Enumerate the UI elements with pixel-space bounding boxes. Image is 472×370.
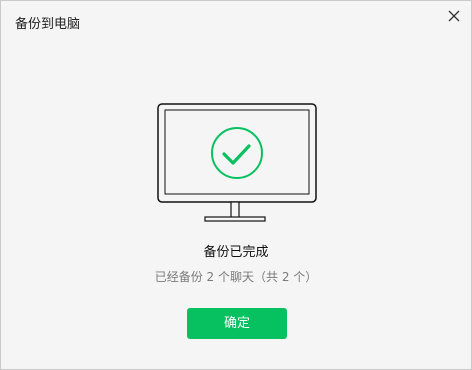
monitor-check-icon [157,103,317,222]
confirm-button[interactable]: 确定 [187,308,287,339]
dialog-title: 备份到电脑 [15,17,81,32]
status-subtitle: 已经备份 2 个聊天（共 2 个） [154,270,318,284]
close-icon [448,10,460,22]
backup-dialog: 备份到电脑 备份已完成 已经备份 2 个聊天（共 2 个） 确定 [0,0,472,370]
close-button[interactable] [443,5,465,27]
status-title: 备份已完成 [203,245,269,260]
